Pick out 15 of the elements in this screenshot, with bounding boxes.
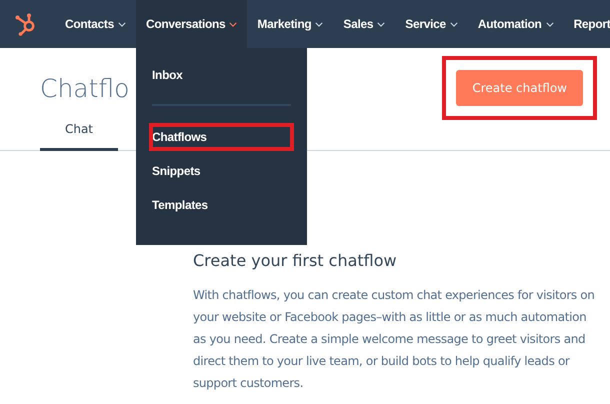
page-title: Chatflo	[40, 74, 130, 102]
empty-state-text: With chatflows, you can create custom chat experiences for visitors on your website or Facebook pages–with as little or as much automation as you need. Create a simple welcome message to greet visitors and direct them to your live team, or build bots to help qualify leads or support customers.	[193, 287, 596, 392]
nav-menu-item[interactable]: Contacts	[55, 0, 136, 48]
nav-menu-item[interactable]: Service	[395, 0, 468, 48]
dropdown-item[interactable]: Chatflows	[152, 126, 291, 148]
dropdown-item[interactable]: Templates	[152, 194, 291, 216]
nav-menu-item[interactable]: Conversations	[136, 0, 248, 48]
nav-menu-item[interactable]: Marketing	[247, 0, 334, 48]
empty-state-heading: Create your first chatflow	[193, 251, 398, 270]
nav-menu-item[interactable]: Sales	[333, 0, 396, 48]
dropdown-item[interactable]: Snippets	[152, 160, 291, 182]
nav-menu-item[interactable]: Automation	[468, 0, 564, 48]
nav-menu-item[interactable]: Report	[564, 0, 610, 48]
dropdown-item[interactable]: Inbox	[152, 64, 291, 86]
tab[interactable]: Chat	[40, 114, 118, 151]
